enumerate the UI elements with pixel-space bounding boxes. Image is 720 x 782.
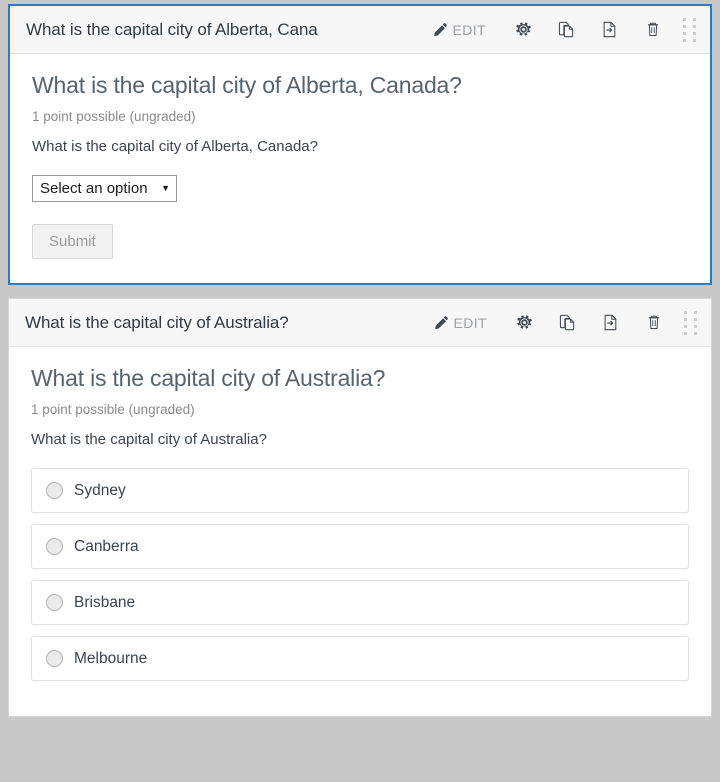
settings-button[interactable] bbox=[502, 10, 545, 50]
gear-icon bbox=[515, 21, 532, 38]
drag-handle-icon[interactable] bbox=[677, 303, 703, 343]
question-points: 1 point possible (ungraded) bbox=[31, 402, 195, 417]
component-card-australia[interactable]: What is the capital city of Australia? E… bbox=[8, 298, 712, 717]
trash-icon bbox=[645, 21, 661, 38]
card-header: What is the capital city of Alberta, Can… bbox=[10, 6, 710, 54]
pencil-icon bbox=[433, 315, 449, 331]
card-body: What is the capital city of Australia? 1… bbox=[9, 347, 711, 716]
answer-choice[interactable]: Brisbane bbox=[31, 580, 689, 625]
answer-choice-label: Brisbane bbox=[74, 593, 136, 611]
duplicate-icon bbox=[558, 21, 575, 38]
duplicate-button[interactable] bbox=[546, 303, 589, 343]
radio-icon[interactable] bbox=[46, 594, 63, 611]
answer-choice-label: Melbourne bbox=[74, 649, 148, 667]
answer-dropdown-value: Select an option bbox=[40, 180, 148, 197]
card-header-title: What is the capital city of Australia? bbox=[25, 312, 289, 332]
edit-button-label: EDIT bbox=[453, 314, 487, 331]
duplicate-button[interactable] bbox=[545, 10, 588, 50]
drag-handle-icon[interactable] bbox=[676, 10, 702, 50]
answer-choice[interactable]: Sydney bbox=[31, 468, 689, 513]
move-icon bbox=[602, 314, 619, 331]
answer-choice-label: Sydney bbox=[74, 481, 126, 499]
answer-dropdown[interactable]: Select an option ▼ bbox=[32, 175, 177, 202]
question-heading: What is the capital city of Alberta, Can… bbox=[32, 72, 462, 98]
answer-dropdown-wrapper: Select an option ▼ bbox=[32, 175, 688, 202]
card-header: What is the capital city of Australia? E… bbox=[9, 299, 711, 347]
page-root: What is the capital city of Alberta, Can… bbox=[0, 0, 720, 782]
card-header-title: What is the capital city of Alberta, Can… bbox=[26, 19, 318, 39]
answer-choice-label: Canberra bbox=[74, 537, 139, 555]
card-header-actions: EDIT bbox=[428, 10, 703, 50]
question-heading: What is the capital city of Australia? bbox=[31, 365, 386, 391]
pencil-icon bbox=[432, 22, 448, 38]
radio-icon[interactable] bbox=[46, 482, 63, 499]
delete-button[interactable] bbox=[632, 303, 675, 343]
chevron-down-icon: ▼ bbox=[161, 183, 170, 193]
edit-button-label: EDIT bbox=[452, 21, 486, 38]
answer-choice[interactable]: Melbourne bbox=[31, 636, 689, 681]
submit-button[interactable]: Submit bbox=[32, 224, 113, 259]
move-icon bbox=[601, 21, 618, 38]
delete-button[interactable] bbox=[631, 10, 674, 50]
edit-button[interactable]: EDIT bbox=[429, 303, 498, 343]
move-button[interactable] bbox=[588, 10, 631, 50]
card-header-actions: EDIT bbox=[429, 303, 704, 343]
gear-icon bbox=[516, 314, 533, 331]
trash-icon bbox=[646, 314, 662, 331]
card-body: What is the capital city of Alberta, Can… bbox=[10, 54, 710, 283]
answer-choice[interactable]: Canberra bbox=[31, 524, 689, 569]
question-points: 1 point possible (ungraded) bbox=[32, 109, 196, 124]
edit-button[interactable]: EDIT bbox=[428, 10, 497, 50]
question-prompt: What is the capital city of Alberta, Can… bbox=[32, 138, 318, 155]
component-card-alberta[interactable]: What is the capital city of Alberta, Can… bbox=[8, 4, 712, 285]
settings-button[interactable] bbox=[503, 303, 546, 343]
radio-icon[interactable] bbox=[46, 650, 63, 667]
question-prompt: What is the capital city of Australia? bbox=[31, 431, 267, 448]
duplicate-icon bbox=[559, 314, 576, 331]
radio-icon[interactable] bbox=[46, 538, 63, 555]
answer-choice-list: Sydney Canberra Brisbane Melbourne bbox=[31, 468, 689, 681]
move-button[interactable] bbox=[589, 303, 632, 343]
